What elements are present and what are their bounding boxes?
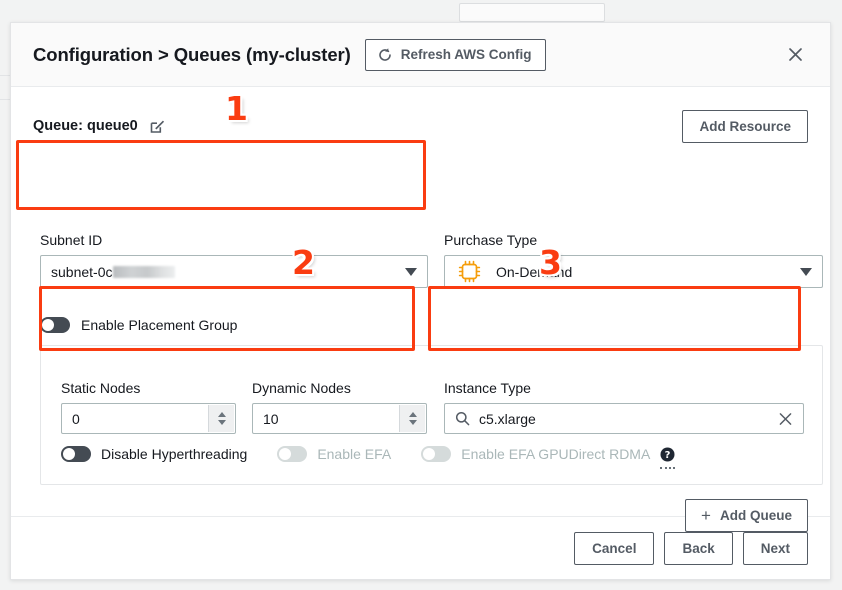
search-icon <box>455 411 470 426</box>
subnet-id-field-group: Subnet ID subnet-0c <box>40 232 428 288</box>
chevron-down-icon <box>405 267 417 276</box>
dynamic-nodes-label: Dynamic Nodes <box>252 380 351 396</box>
add-resource-button[interactable]: Add Resource <box>682 109 808 143</box>
edit-icon[interactable] <box>149 118 166 135</box>
add-queue-label: Add Queue <box>719 508 792 523</box>
stepper-up-icon[interactable] <box>217 412 226 417</box>
stepper-down-icon[interactable] <box>217 420 226 425</box>
subnet-id-value: subnet-0c <box>51 263 113 280</box>
queue-name-group: Queue: queue0 <box>33 118 166 135</box>
dynamic-nodes-input[interactable]: 10 <box>252 403 427 434</box>
disable-hyperthreading-toggle[interactable] <box>61 446 91 462</box>
refresh-aws-config-label: Refresh AWS Config <box>400 47 532 62</box>
stepper-down-icon[interactable] <box>408 420 417 425</box>
page-title: Configuration > Queues (my-cluster) <box>33 43 351 65</box>
toggle-knob <box>42 319 54 331</box>
dynamic-nodes-field-group: Dynamic Nodes 10 <box>252 380 427 434</box>
disable-hyperthreading-row[interactable]: Disable Hyperthreading <box>61 446 247 462</box>
modal-header: Configuration > Queues (my-cluster) Refr… <box>11 23 830 87</box>
queues-configuration-modal: Configuration > Queues (my-cluster) Refr… <box>10 22 831 580</box>
stepper-up-icon[interactable] <box>408 412 417 417</box>
enable-efa-gpudirect-rdma-row: Enable EFA GPUDirect RDMA <box>421 446 650 462</box>
enable-placement-group-label: Enable Placement Group <box>81 317 238 333</box>
queue-header-row: Queue: queue0 Add Resource <box>33 109 808 143</box>
dynamic-nodes-value: 10 <box>263 410 279 427</box>
next-label: Next <box>760 540 790 556</box>
static-nodes-field-group: Static Nodes 0 <box>61 380 236 434</box>
static-nodes-value: 0 <box>72 410 80 427</box>
toggle-knob <box>279 448 292 460</box>
modal-body: Queue: queue0 Add Resource Subnet ID sub… <box>11 87 830 532</box>
chevron-down-icon <box>800 267 812 276</box>
cancel-label: Cancel <box>592 540 637 556</box>
static-nodes-label: Static Nodes <box>61 380 141 396</box>
backdrop-partial-field <box>459 3 605 22</box>
purchase-type-value: On-Demand <box>496 263 573 280</box>
enable-efa-toggle <box>277 446 308 462</box>
backdrop-strip <box>0 0 842 22</box>
svg-text:?: ? <box>665 450 671 461</box>
enable-placement-group-toggle[interactable] <box>40 317 70 333</box>
toggle-knob <box>423 448 436 460</box>
subnet-id-select[interactable]: subnet-0c <box>40 255 428 288</box>
enable-efa-label: Enable EFA <box>317 446 392 462</box>
next-button[interactable]: Next <box>742 531 808 565</box>
cpu-chip-icon <box>457 259 482 284</box>
refresh-icon <box>377 47 393 63</box>
enable-efa-gpudirect-rdma-toggle <box>421 446 452 462</box>
static-nodes-stepper[interactable] <box>208 405 234 432</box>
add-queue-button[interactable]: + Add Queue <box>685 499 808 532</box>
instance-type-value: c5.xlarge <box>479 410 536 427</box>
enable-efa-gpudirect-rdma-label: Enable EFA GPUDirect RDMA <box>461 446 651 462</box>
static-nodes-input[interactable]: 0 <box>61 403 236 434</box>
enable-placement-group-row[interactable]: Enable Placement Group <box>40 317 237 333</box>
enable-efa-row: Enable EFA <box>277 446 391 462</box>
dynamic-nodes-stepper[interactable] <box>399 405 425 432</box>
refresh-aws-config-button[interactable]: Refresh AWS Config <box>364 38 546 71</box>
purchase-type-field-group: Purchase Type On-Demand <box>444 232 823 288</box>
add-resource-label: Add Resource <box>699 118 791 134</box>
disable-hyperthreading-label: Disable Hyperthreading <box>101 446 248 462</box>
help-icon-wrapper[interactable]: ? <box>660 447 676 469</box>
toggle-knob <box>63 448 75 460</box>
purchase-type-select[interactable]: On-Demand <box>444 255 823 288</box>
redacted-subnet-suffix <box>113 265 176 278</box>
cancel-button[interactable]: Cancel <box>574 531 655 565</box>
queue-name-label: Queue: queue0 <box>33 118 138 134</box>
back-label: Back <box>682 540 715 556</box>
instance-type-field-group: Instance Type c5.xlarge <box>444 380 804 434</box>
help-dotted-underline <box>660 466 676 469</box>
question-mark-help-icon[interactable]: ? <box>660 447 675 462</box>
back-button[interactable]: Back <box>664 531 733 565</box>
queue-resource-panel: Static Nodes 0 Dynamic Nodes 10 Instance… <box>40 345 823 485</box>
plus-icon: + <box>701 506 711 525</box>
instance-type-label: Instance Type <box>444 380 531 396</box>
panel-toggle-row: Disable Hyperthreading Enable EFA Enable… <box>61 446 676 469</box>
purchase-type-label: Purchase Type <box>444 232 538 248</box>
subnet-id-label: Subnet ID <box>40 232 103 248</box>
instance-type-input[interactable]: c5.xlarge <box>444 403 804 434</box>
clear-x-icon[interactable] <box>778 411 793 426</box>
close-button[interactable] <box>782 42 808 68</box>
close-icon <box>787 46 804 63</box>
